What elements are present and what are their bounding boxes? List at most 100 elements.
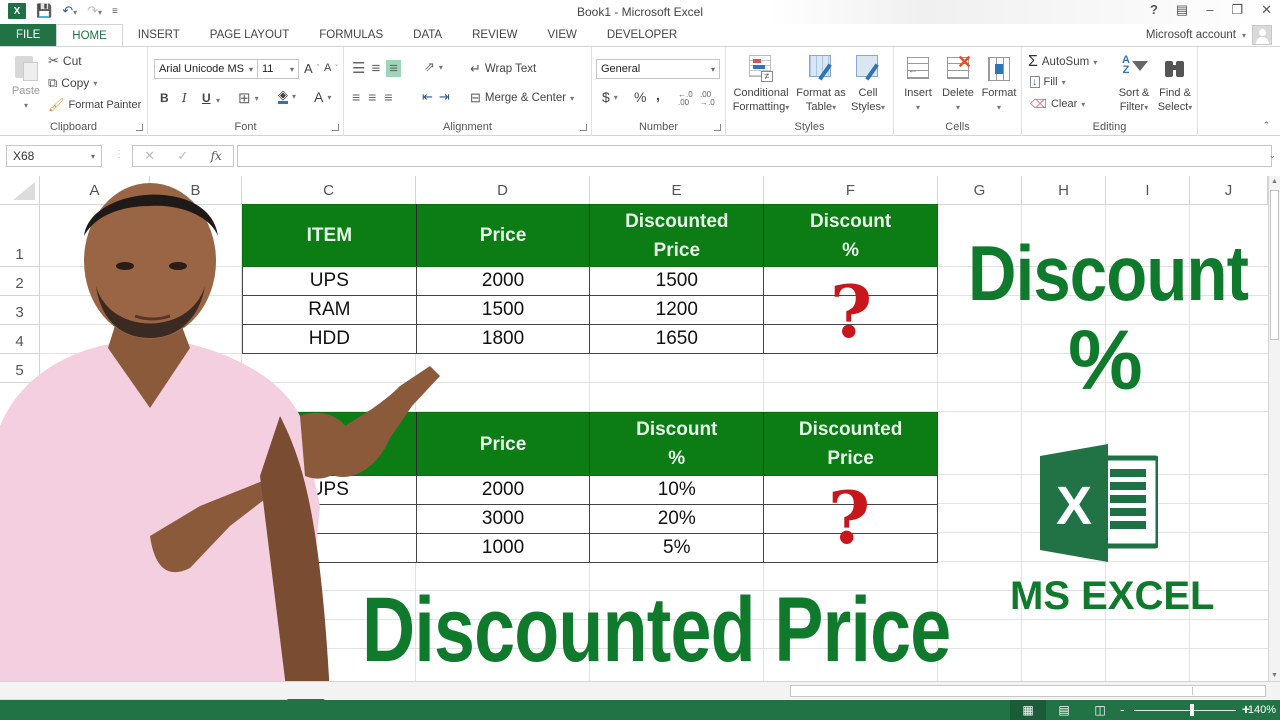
horizontal-scrollbar[interactable] — [790, 685, 1266, 697]
cancel-icon[interactable]: ✕ — [144, 148, 155, 164]
delete-cells-button[interactable]: ✕ Delete ▾ — [938, 53, 978, 115]
clipboard-launcher-icon[interactable] — [136, 124, 143, 131]
cell[interactable]: 1500 — [415, 295, 591, 325]
ribbon-display-options-icon[interactable]: ▤ — [1176, 2, 1188, 18]
copy-button[interactable]: ⧉ Copy ▾ — [48, 75, 97, 91]
collapse-ribbon-icon[interactable]: ⌃ — [1262, 120, 1270, 131]
tab-view[interactable]: VIEW — [532, 24, 591, 46]
font-size-select[interactable]: 11 ▾ — [257, 59, 299, 79]
decrease-decimal-button[interactable]: .00 →.0 — [700, 91, 715, 107]
format-painter-button[interactable]: 🖌 Format Painter — [48, 97, 141, 113]
orientation-button[interactable]: ⇗ ▾ — [424, 59, 443, 75]
account-name[interactable]: Microsoft account — [1146, 29, 1236, 41]
bottom-align-icon[interactable]: ≡ — [386, 59, 401, 77]
top-align-icon[interactable]: ☰ — [352, 59, 365, 77]
insert-function-icon[interactable]: fx — [211, 149, 222, 163]
zoom-level[interactable]: 140% — [1248, 704, 1276, 716]
cell[interactable]: 2000 — [415, 266, 591, 296]
tab-review[interactable]: REVIEW — [457, 24, 532, 46]
sort-filter-button[interactable]: AZ Sort & Filter▾ — [1114, 55, 1154, 115]
borders-button[interactable]: ⊞ ▾ — [238, 89, 259, 107]
cell[interactable]: 1000 — [415, 533, 591, 563]
fill-button[interactable]: ↓ Fill ▾ — [1030, 76, 1066, 88]
zoom-slider[interactable]: - + — [1120, 701, 1250, 717]
cell[interactable]: 1200 — [589, 295, 765, 325]
underline-button[interactable]: U — [202, 91, 211, 105]
cell[interactable]: 5% — [589, 533, 765, 563]
account-area[interactable]: Microsoft account ▾ — [1146, 24, 1272, 46]
normal-view-icon[interactable]: ▦ — [1010, 700, 1046, 720]
cell-styles-button[interactable]: Cell Styles▾ — [846, 55, 890, 115]
align-right-icon[interactable]: ≡ — [384, 89, 392, 105]
alignment-launcher-icon[interactable] — [580, 124, 587, 131]
cell[interactable]: 2000 — [415, 475, 591, 505]
vertical-scrollbar[interactable]: ▲ ▼ — [1268, 176, 1280, 681]
merge-center-button[interactable]: ⊟ Merge & Center ▾ — [470, 90, 574, 106]
clear-button[interactable]: ⌫ Clear ▾ — [1030, 97, 1085, 111]
wrap-text-button[interactable]: ↵ Wrap Text — [470, 61, 536, 77]
fill-color-button[interactable]: ◈ ▾ — [278, 88, 296, 104]
enter-icon[interactable]: ✓ — [177, 148, 188, 164]
column-header-j[interactable]: J — [1190, 176, 1268, 205]
increase-decimal-button[interactable]: ←.0.00 — [678, 91, 693, 107]
grow-font-button[interactable]: Aˆ — [304, 61, 319, 76]
vertical-scroll-thumb[interactable] — [1270, 190, 1279, 340]
autosum-button[interactable]: Σ AutoSum ▾ — [1028, 53, 1097, 71]
cell[interactable]: 3000 — [415, 504, 591, 534]
page-layout-view-icon[interactable]: ▤ — [1046, 700, 1082, 720]
close-icon[interactable]: ✕ — [1261, 2, 1272, 18]
zoom-slider-knob[interactable] — [1189, 704, 1194, 716]
number-launcher-icon[interactable] — [714, 124, 721, 131]
cell[interactable]: 20% — [589, 504, 765, 534]
align-left-icon[interactable]: ≡ — [352, 89, 360, 105]
number-format-select[interactable]: General ▾ — [596, 59, 720, 79]
middle-align-icon[interactable]: ≡ — [371, 60, 380, 77]
help-icon[interactable]: ? — [1150, 2, 1158, 18]
comma-button[interactable]: , — [656, 87, 660, 103]
cell[interactable]: 1500 — [589, 266, 765, 296]
scroll-up-icon[interactable]: ▲ — [1271, 178, 1278, 185]
underline-dropdown-icon[interactable]: ▾ — [216, 96, 220, 105]
column-header-e[interactable]: E — [590, 176, 764, 205]
horizontal-scroll-thumb[interactable] — [803, 687, 1193, 695]
insert-cells-button[interactable]: ← Insert ▾ — [898, 55, 938, 115]
name-box[interactable]: X68 ▾ — [6, 145, 102, 167]
zoom-out-icon[interactable]: - — [1120, 702, 1124, 717]
cut-button[interactable]: ✂ Cut — [48, 53, 82, 69]
currency-button[interactable]: $ ▾ — [602, 89, 618, 105]
font-launcher-icon[interactable] — [332, 124, 339, 131]
minimize-icon[interactable]: – — [1206, 2, 1213, 18]
cell[interactable]: 10% — [589, 475, 765, 505]
avatar[interactable] — [1252, 25, 1272, 45]
tab-formulas[interactable]: FORMULAS — [304, 24, 398, 46]
italic-button[interactable]: I — [182, 91, 187, 105]
cell[interactable]: 1800 — [415, 324, 591, 354]
find-select-button[interactable]: Find & Select▾ — [1154, 55, 1196, 115]
formula-input[interactable] — [237, 145, 1272, 167]
paste-button[interactable]: Paste ▾ — [8, 53, 44, 113]
tab-insert[interactable]: INSERT — [123, 24, 195, 46]
shrink-font-button[interactable]: Aˇ — [324, 62, 338, 74]
column-header-g[interactable]: G — [938, 176, 1022, 205]
page-break-view-icon[interactable]: ◫ — [1082, 700, 1118, 720]
bold-button[interactable]: B — [160, 91, 169, 105]
align-center-icon[interactable]: ≡ — [368, 89, 376, 105]
expand-formula-bar-icon[interactable]: ⌄ — [1268, 150, 1276, 161]
decrease-indent-icon[interactable]: ⇤ — [422, 89, 433, 105]
format-as-table-button[interactable]: Format as Table▾ — [794, 55, 848, 115]
font-name-select[interactable]: Arial Unicode MS ▾ — [154, 59, 258, 79]
tab-developer[interactable]: DEVELOPER — [592, 24, 692, 46]
increase-indent-icon[interactable]: ⇥ — [439, 89, 450, 105]
tab-file[interactable]: FILE — [0, 24, 57, 46]
conditional-formatting-button[interactable]: ≠ Conditional Formatting▾ — [728, 55, 794, 115]
tab-home[interactable]: HOME — [56, 24, 123, 46]
restore-icon[interactable]: ❐ — [1231, 2, 1243, 18]
format-cells-button[interactable]: Format ▾ — [978, 55, 1020, 115]
tab-page-layout[interactable]: PAGE LAYOUT — [195, 24, 304, 46]
font-color-button[interactable]: A ▾ — [314, 89, 331, 105]
percent-button[interactable]: % — [634, 89, 646, 105]
column-header-f[interactable]: F — [764, 176, 938, 205]
column-header-d[interactable]: D — [416, 176, 590, 205]
column-header-i[interactable]: I — [1106, 176, 1190, 205]
column-header-h[interactable]: H — [1022, 176, 1106, 205]
